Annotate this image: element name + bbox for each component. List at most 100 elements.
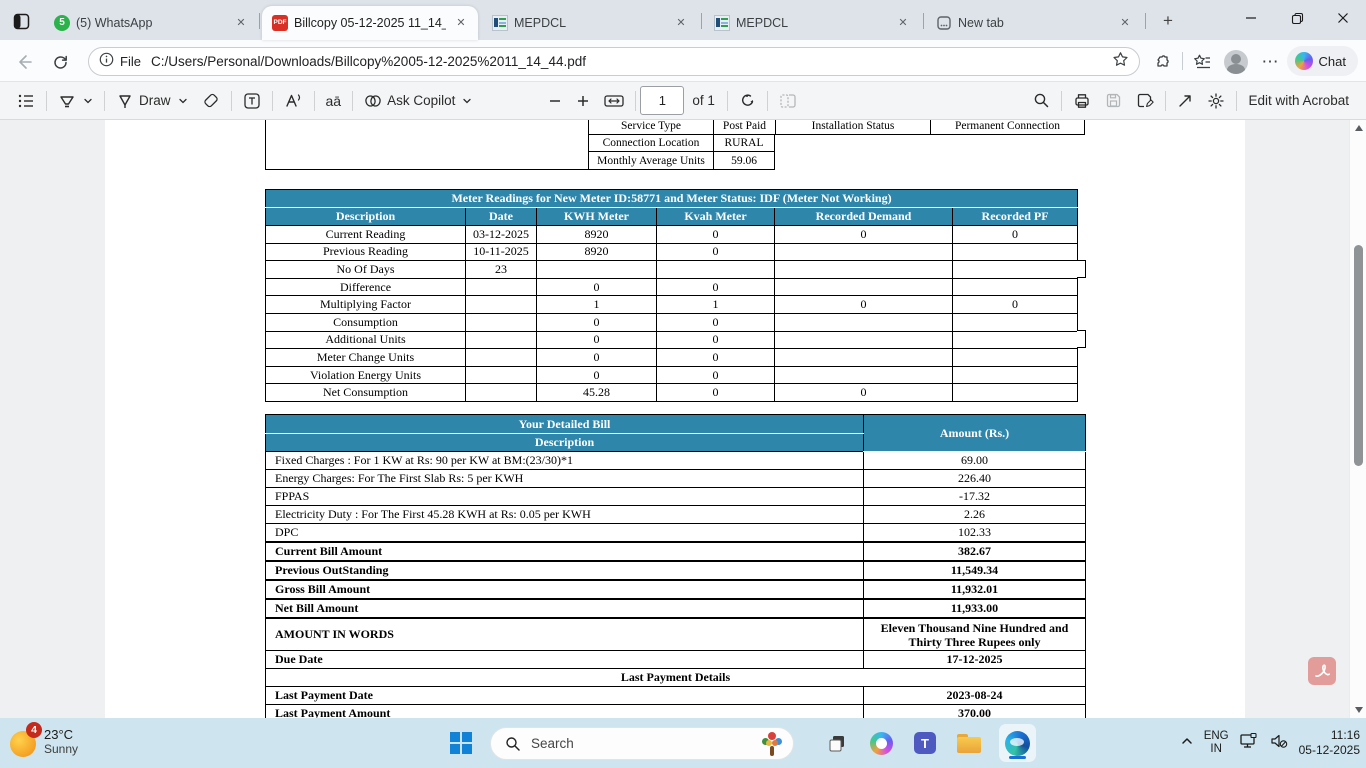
table-cell: Due Date	[266, 651, 864, 669]
table-cell: 226.40	[864, 470, 1086, 488]
url-field[interactable]: File C:/Users/Personal/Downloads/Billcop…	[88, 47, 1140, 76]
page-count-label: of 1	[692, 93, 715, 108]
bill-amount-header: Amount (Rs.)	[864, 415, 1086, 452]
weather-widget[interactable]: 4 23°C Sunny	[10, 725, 78, 757]
table-cell	[953, 384, 1078, 402]
save-icon[interactable]	[1098, 86, 1129, 116]
language-indicator[interactable]: ENG IN	[1204, 730, 1229, 756]
tab-mepdcl-1[interactable]: MEPDCL ✕	[482, 6, 698, 40]
tab-mepdcl-2[interactable]: MEPDCL ✕	[704, 6, 920, 40]
table-edge-mark	[1077, 330, 1086, 348]
table-cell	[953, 278, 1078, 296]
table-cell: FPPAS	[266, 488, 864, 506]
fit-to-width-icon[interactable]	[597, 86, 631, 116]
rotate-icon[interactable]	[732, 86, 763, 116]
volume-muted-icon[interactable]	[1269, 731, 1289, 756]
translate-icon[interactable]: aā	[319, 86, 349, 116]
tab-close-icon[interactable]: ✕	[452, 14, 470, 32]
restore-button[interactable]	[1274, 0, 1320, 36]
page-view-icon[interactable]	[772, 86, 804, 116]
table-cell: 382.67	[864, 542, 1086, 561]
copilot-chat-button[interactable]: Chat	[1287, 46, 1358, 76]
table-row: Multiplying Factor1100	[266, 296, 1078, 314]
acrobat-float-icon[interactable]	[1308, 657, 1336, 685]
table-cell: 0	[537, 278, 657, 296]
taskbar-search-box[interactable]: Search	[490, 727, 794, 760]
pdf-settings-gear-icon[interactable]	[1200, 86, 1232, 116]
scroll-down-icon[interactable]	[1350, 702, 1366, 718]
tab-title: (5) WhatsApp	[76, 16, 226, 30]
table-cell	[466, 296, 537, 314]
copilot-icon	[1295, 52, 1313, 70]
tab-close-icon[interactable]: ✕	[232, 14, 250, 32]
table-cell: 03-12-2025	[466, 226, 537, 244]
meter-table-header-row: DescriptionDateKWH MeterKvah MeterRecord…	[266, 208, 1078, 226]
ask-copilot-button[interactable]: Ask Copilot	[357, 86, 479, 116]
search-placeholder: Search	[531, 736, 751, 751]
read-aloud-icon[interactable]	[277, 86, 310, 116]
tab-new-tab[interactable]: New tab ✕	[926, 6, 1142, 40]
table-cell	[775, 243, 953, 261]
favorite-star-icon[interactable]	[1112, 51, 1129, 73]
copilot-taskbar-icon[interactable]	[864, 726, 898, 760]
table-cell: Current Bill Amount	[266, 542, 864, 561]
zoom-out-icon[interactable]	[541, 86, 569, 116]
table-cell: 0	[657, 331, 775, 349]
table-cell	[775, 331, 953, 349]
eraser-icon[interactable]	[195, 86, 227, 116]
highlight-tool-button[interactable]	[51, 86, 100, 116]
zoom-in-icon[interactable]	[569, 86, 597, 116]
table-of-contents-icon[interactable]	[10, 86, 42, 116]
scrollbar-thumb[interactable]	[1354, 245, 1363, 466]
save-as-icon[interactable]	[1129, 86, 1161, 116]
fullscreen-icon[interactable]	[1170, 86, 1200, 116]
info-icon[interactable]	[99, 52, 114, 72]
table-cell: Net Bill Amount	[266, 599, 864, 618]
profile-avatar[interactable]	[1222, 48, 1250, 76]
settings-menu-icon[interactable]: ⋯	[1256, 48, 1284, 76]
file-explorer-icon[interactable]	[952, 726, 986, 760]
tab-search-icon[interactable]	[8, 8, 34, 34]
tab-close-icon[interactable]: ✕	[894, 14, 912, 32]
table-cell: 0	[657, 384, 775, 402]
new-tab-button[interactable]: +	[1156, 10, 1180, 34]
table-row: Last Payment Amount370.00	[266, 705, 1086, 719]
add-text-icon[interactable]	[236, 86, 268, 116]
tab-billcopy-pdf[interactable]: PDF Billcopy 05-12-2025 11_14_44.p ✕	[262, 6, 478, 40]
edge-browser-icon[interactable]	[1000, 726, 1034, 760]
search-document-icon[interactable]	[1026, 86, 1057, 116]
extensions-icon[interactable]	[1148, 48, 1176, 76]
clock[interactable]: 11:16 05-12-2025	[1299, 728, 1360, 758]
table-cell: 0	[775, 226, 953, 244]
tab-title: MEPDCL	[514, 16, 666, 30]
close-window-button[interactable]	[1320, 0, 1366, 36]
start-button[interactable]	[444, 726, 478, 760]
hidden-icons-chevron[interactable]	[1180, 734, 1194, 753]
tab-whatsapp[interactable]: 5 (5) WhatsApp ✕	[44, 6, 258, 40]
teams-icon[interactable]: T	[908, 726, 942, 760]
scroll-up-icon[interactable]	[1350, 120, 1366, 136]
table-cell: 0	[537, 366, 657, 384]
refresh-icon[interactable]	[46, 48, 74, 76]
meter-column-header: KWH Meter	[537, 208, 657, 226]
account-info-table: Service Type Post Paid Installation Stat…	[265, 120, 1085, 170]
table-cell: 1	[537, 296, 657, 314]
table-cell: No Of Days	[266, 261, 466, 279]
back-icon[interactable]	[10, 48, 38, 76]
bill-table-title-row: Your Detailed Bill Amount (Rs.)	[266, 415, 1086, 434]
table-cell: 0	[657, 313, 775, 331]
print-icon[interactable]	[1066, 86, 1098, 116]
page-number-input[interactable]	[640, 86, 684, 115]
vertical-scrollbar[interactable]	[1349, 120, 1366, 718]
task-view-icon[interactable]	[820, 726, 854, 760]
meter-column-header: Recorded PF	[953, 208, 1078, 226]
tab-divider	[701, 13, 702, 29]
favorites-bar-icon[interactable]	[1188, 48, 1216, 76]
edit-with-acrobat-button[interactable]: Edit with Acrobat	[1241, 86, 1356, 116]
tab-close-icon[interactable]: ✕	[1116, 14, 1134, 32]
tab-close-icon[interactable]: ✕	[672, 14, 690, 32]
table-cell: Meter Change Units	[266, 349, 466, 367]
minimize-button[interactable]	[1228, 0, 1274, 36]
draw-tool-button[interactable]: Draw	[109, 86, 195, 116]
network-icon[interactable]	[1239, 731, 1259, 756]
